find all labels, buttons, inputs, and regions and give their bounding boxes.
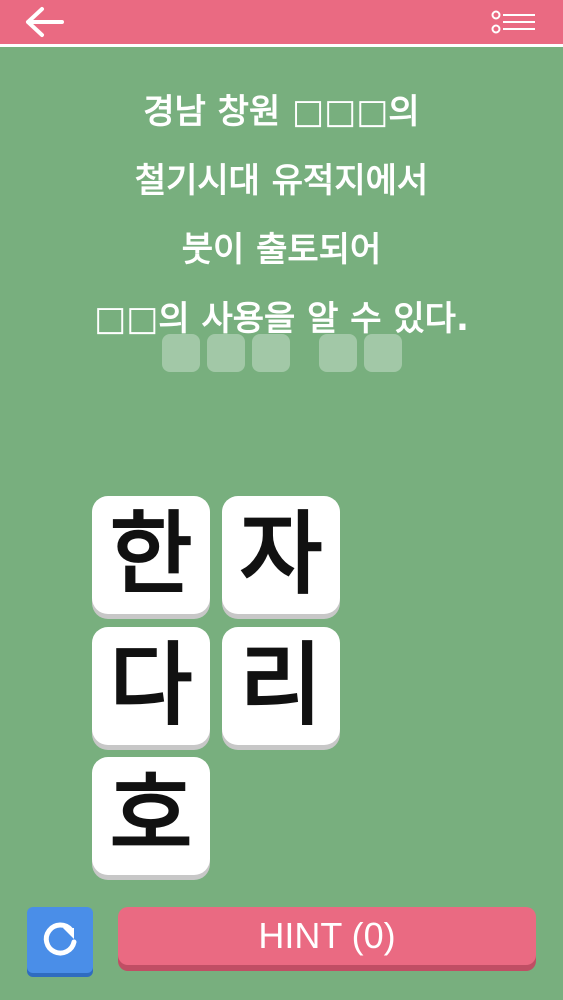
question-line: 철기시대 유적지에서 bbox=[134, 161, 429, 201]
question-text: 경남 창원 □□□의 철기시대 유적지에서 붓이 출토되어 □□의 사용을 알 … bbox=[0, 78, 563, 354]
top-bar bbox=[0, 0, 563, 47]
back-button[interactable] bbox=[24, 6, 64, 38]
letter-tile[interactable]: 자 bbox=[222, 496, 340, 614]
answer-slot[interactable] bbox=[319, 334, 357, 372]
letter-tile[interactable]: 한 bbox=[92, 496, 210, 614]
list-menu-icon bbox=[491, 10, 535, 34]
answer-slot[interactable] bbox=[364, 334, 402, 372]
refresh-icon bbox=[43, 922, 77, 956]
letter-tile[interactable]: 다 bbox=[92, 627, 210, 745]
question-line: 붓이 출토되어 bbox=[181, 230, 382, 270]
hint-button[interactable]: HINT (0) bbox=[118, 907, 536, 965]
refresh-button[interactable] bbox=[27, 907, 93, 973]
answer-slot[interactable] bbox=[162, 334, 200, 372]
question-line: 경남 창원 □□□의 bbox=[143, 92, 420, 132]
letter-tile[interactable]: 호 bbox=[92, 757, 210, 875]
letter-tile[interactable]: 리 bbox=[222, 627, 340, 745]
answer-slot[interactable] bbox=[207, 334, 245, 372]
menu-button[interactable] bbox=[491, 10, 537, 36]
answer-slot[interactable] bbox=[252, 334, 290, 372]
answer-slots bbox=[0, 334, 563, 374]
arrow-left-icon bbox=[26, 7, 64, 37]
